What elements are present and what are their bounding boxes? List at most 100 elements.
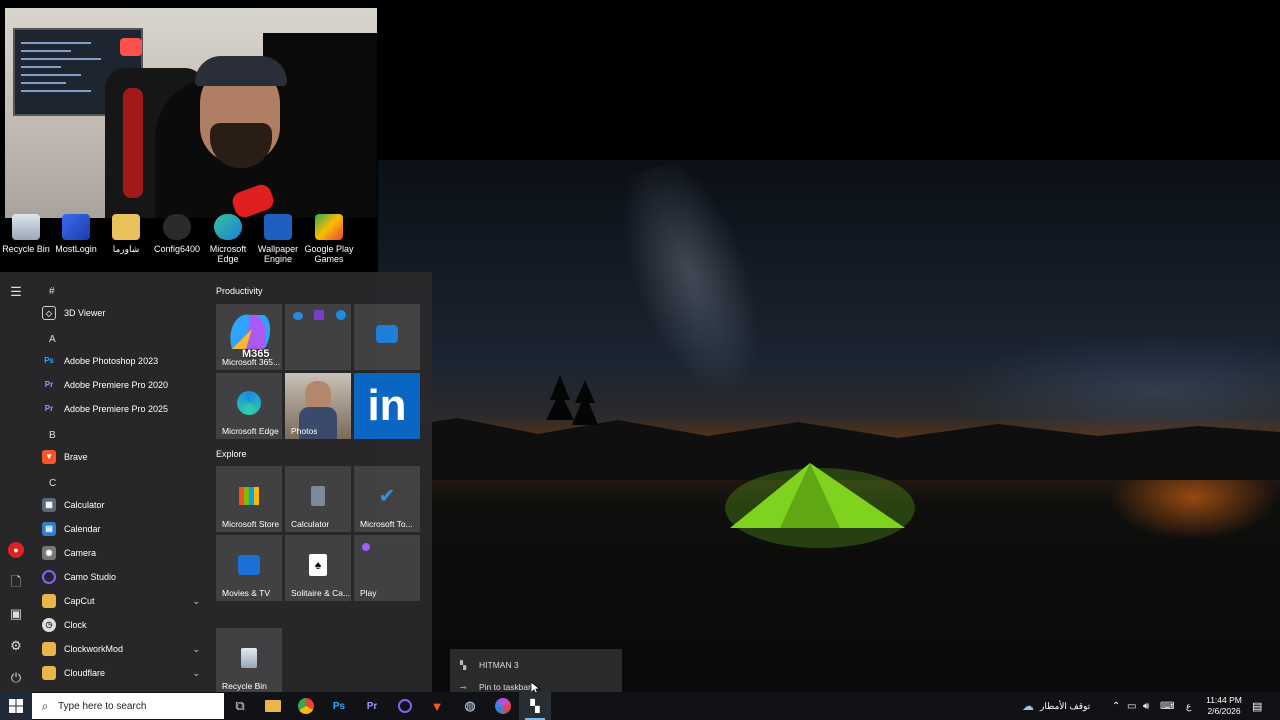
start-button[interactable] (0, 692, 32, 720)
desktop-icon-label: MostLogin (55, 244, 97, 254)
app-item-calendar[interactable]: ▤ Calendar (42, 518, 208, 540)
notifications-icon[interactable]: ▤ (1252, 692, 1262, 720)
power-icon[interactable]: ⏻ (8, 670, 24, 686)
show-hidden-icons-chevron-up-icon[interactable]: ⌃ (1112, 692, 1120, 720)
tile-office-folder[interactable] (285, 304, 351, 370)
desktop-icon-label: Config6400 (153, 244, 201, 254)
pin-to-taskbar-item[interactable]: ⊸ Pin to taskbar (460, 682, 531, 692)
tile-microsoft-todo[interactable]: ✔ Microsoft To... (354, 466, 420, 532)
task-view-icon[interactable]: ⧉ (224, 692, 256, 720)
section-letter[interactable]: B (49, 430, 56, 441)
desktop-icon-label: شاورما (112, 244, 140, 254)
recycle-bin-icon (12, 214, 40, 240)
volume-icon[interactable]: 🔊︎ (1143, 692, 1149, 720)
tile-microsoft-365[interactable]: M365 Microsoft 365... (216, 304, 282, 370)
app-item-label: Camera (64, 548, 97, 558)
desktop-icon-edge[interactable]: Microsoft Edge (202, 214, 254, 264)
section-letter[interactable]: A (49, 334, 56, 345)
documents-icon[interactable]: 🗋 (8, 574, 24, 590)
tile-recycle-bin[interactable]: Recycle Bin (216, 628, 282, 694)
app-item-camo-studio[interactable]: Camo Studio (42, 566, 208, 588)
app-item-label: 3D Viewer (64, 308, 106, 318)
app-item-premiere-2020[interactable]: Pr Adobe Premiere Pro 2020 (42, 374, 208, 396)
chevron-down-icon[interactable]: ⌄ (192, 668, 200, 679)
section-letter[interactable]: # (49, 286, 55, 297)
clock-widget[interactable]: 11:44 PM 2/6/2026 (1204, 692, 1244, 720)
brave-lion-icon: ▼ (42, 450, 56, 464)
taskbar-search-box[interactable]: ⌕ Type here to search (32, 693, 224, 719)
tile-play-folder[interactable]: Play (354, 535, 420, 601)
search-placeholder: Type here to search (58, 700, 147, 712)
start-rail: ☰ ● 🗋 ▣ ⚙ ⏻ (0, 272, 32, 692)
tile-outlook[interactable] (354, 304, 420, 370)
app-item-clock[interactable]: ◷ Clock (42, 614, 208, 636)
tile-label: Movies & TV (222, 588, 271, 598)
app-item-photoshop[interactable]: Ps Adobe Photoshop 2023 (42, 350, 208, 372)
search-icon: ⌕ (41, 698, 49, 713)
steam-taskbar-icon[interactable]: ◍ (454, 692, 486, 720)
playing-card-icon: ♠ (309, 553, 327, 576)
brave-taskbar-icon[interactable]: ▼ (421, 692, 453, 720)
folder-icon (42, 666, 56, 680)
folder-icon (112, 214, 140, 240)
desktop-icon-shawarma[interactable]: شاورما (100, 214, 152, 254)
app-item-label: Brave (64, 452, 88, 462)
file-explorer-icon[interactable] (257, 692, 289, 720)
chevron-down-icon[interactable]: ⌄ (192, 644, 200, 655)
tile-movies-tv[interactable]: Movies & TV (216, 535, 282, 601)
hitman-icon: ▚ (460, 660, 467, 670)
premiere-icon: Pr (44, 380, 54, 389)
tile-calculator[interactable]: Calculator (285, 466, 351, 532)
tile-microsoft-edge[interactable]: Microsoft Edge (216, 373, 282, 439)
desktop-icon-mostlogin[interactable]: MostLogin (50, 214, 102, 254)
tile-label: Photos (291, 426, 318, 436)
tile-linkedin[interactable]: in (354, 373, 420, 439)
app-item-label: Adobe Photoshop 2023 (64, 356, 159, 366)
tile-label: Recycle Bin (222, 681, 267, 691)
desktop-icon-google-play-games[interactable]: Google Play Games (303, 214, 355, 264)
settings-gear-icon[interactable]: ⚙ (8, 638, 24, 654)
hitman-taskbar-icon[interactable]: ▚ (519, 692, 551, 720)
user-avatar-icon[interactable]: ● (8, 542, 24, 558)
chrome-icon[interactable] (290, 692, 322, 720)
tile-label: Microsoft Edge (222, 426, 279, 436)
tile-photos[interactable]: Photos (285, 373, 351, 439)
config-icon (163, 214, 191, 240)
app-item-label: Cloudflare (64, 668, 106, 678)
tile-solitaire[interactable]: ♠ Solitaire & Ca... (285, 535, 351, 601)
tile-group-explore[interactable]: Explore (216, 449, 247, 459)
app-item-camera[interactable]: ◉ Camera (42, 542, 208, 564)
desktop-screen: Recycle Bin MostLogin شاورما Config6400 … (0, 0, 1280, 720)
outlook-icon (376, 324, 398, 343)
app-folder-clockworkmod[interactable]: ClockworkMod ⌄ (42, 638, 208, 660)
premiere-taskbar-icon[interactable]: Pr (356, 692, 388, 720)
chevron-down-icon[interactable]: ⌄ (192, 596, 200, 607)
app-folder-capcut[interactable]: CapCut ⌄ (42, 590, 208, 612)
start-menu: ☰ ● 🗋 ▣ ⚙ ⏻ # ◇ 3D Viewer A Ps Adobe Pho… (0, 272, 432, 694)
weather-widget[interactable]: ☁ توقف الأمطار (1022, 692, 1090, 720)
app-item-brave[interactable]: ▼ Brave (42, 446, 208, 468)
network-icon[interactable]: ▭ (1127, 692, 1136, 720)
folder-icon (42, 642, 56, 656)
app-folder-cloudflare[interactable]: Cloudflare ⌄ (42, 662, 208, 684)
desktop-icon-wallpaper-engine[interactable]: Wallpaper Engine (252, 214, 304, 264)
jump-list-app-title[interactable]: ▚ HITMAN 3 (460, 660, 519, 670)
app-item-premiere-2025[interactable]: Pr Adobe Premiere Pro 2025 (42, 398, 208, 420)
mostlogin-icon (62, 214, 90, 240)
pictures-icon[interactable]: ▣ (8, 606, 24, 622)
hamburger-menu-icon[interactable]: ☰ (8, 284, 24, 300)
photoshop-taskbar-icon[interactable]: Ps (323, 692, 355, 720)
app-item-label: Adobe Premiere Pro 2020 (64, 380, 169, 390)
input-language-indicator[interactable]: ع (1186, 692, 1191, 720)
app-item-3d-viewer[interactable]: ◇ 3D Viewer (42, 302, 208, 324)
camo-taskbar-icon[interactable] (389, 692, 421, 720)
tile-label: Calculator (291, 519, 330, 529)
section-letter[interactable]: C (49, 478, 56, 489)
app-item-calculator[interactable]: ▦ Calculator (42, 494, 208, 516)
keyboard-icon[interactable]: ⌨ (1160, 692, 1174, 720)
desktop-icon-config6400[interactable]: Config6400 (151, 214, 203, 254)
tile-microsoft-store[interactable]: Microsoft Store (216, 466, 282, 532)
chrome-profile-taskbar-icon[interactable] (487, 692, 519, 720)
tile-group-productivity[interactable]: Productivity (216, 286, 263, 296)
desktop-icon-recycle-bin[interactable]: Recycle Bin (0, 214, 52, 254)
